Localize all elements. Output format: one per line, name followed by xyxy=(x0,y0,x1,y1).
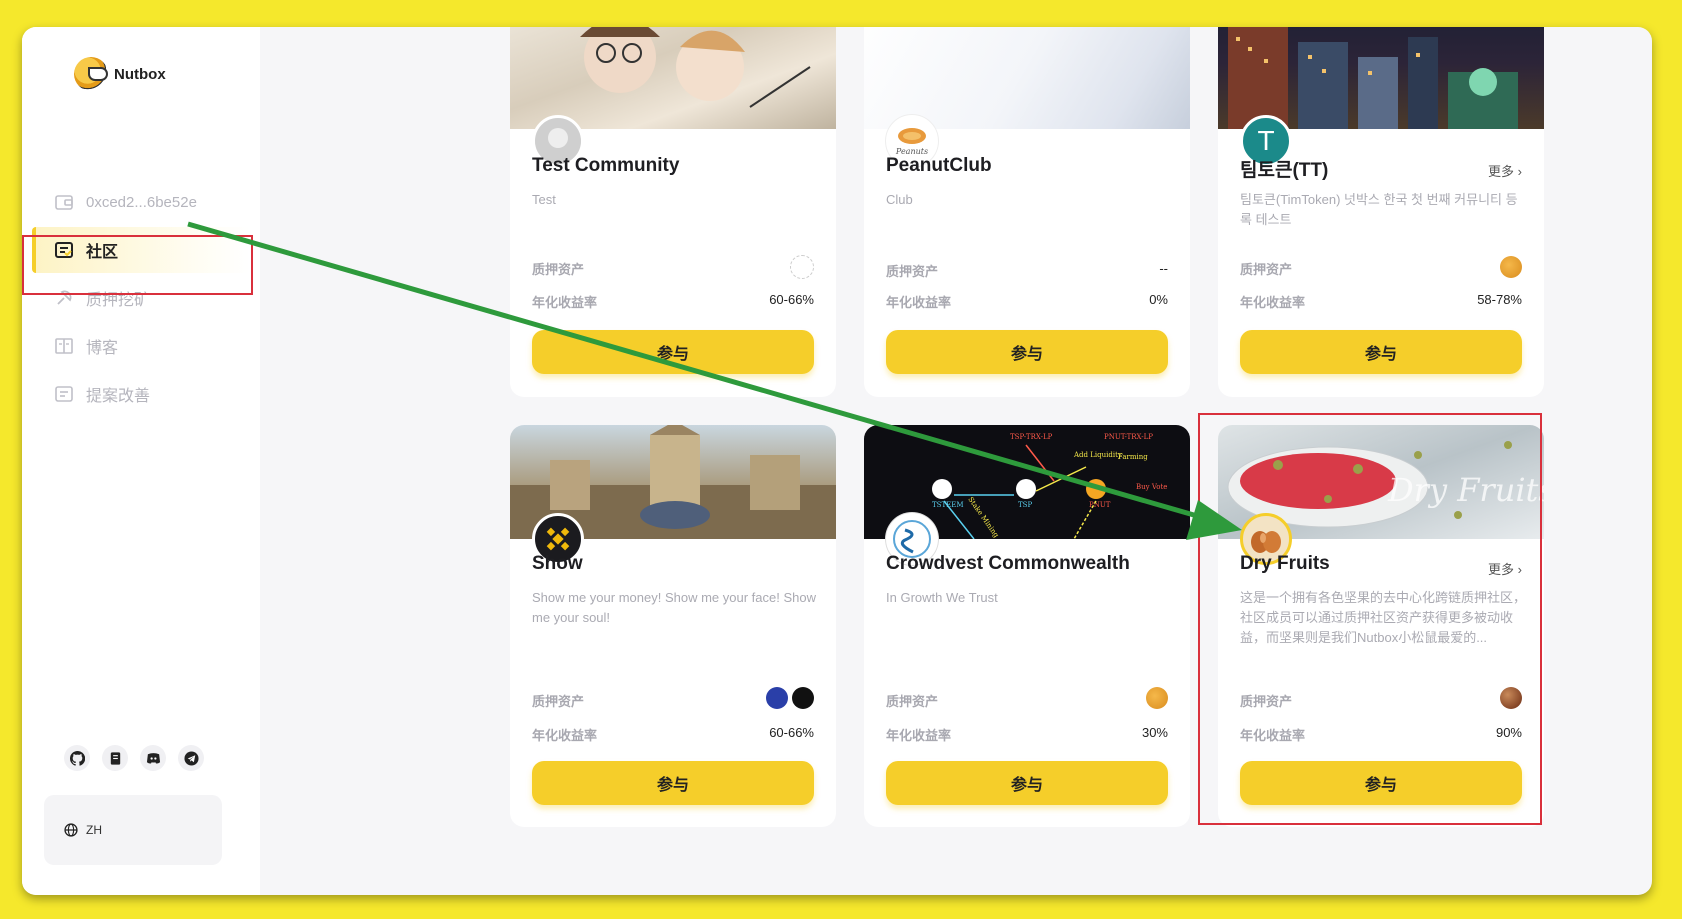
community-desc: Test xyxy=(532,192,556,207)
community-desc: Show me your money! Show me your face! S… xyxy=(532,590,816,625)
github-icon[interactable] xyxy=(64,745,90,771)
highlight-box-community-nav xyxy=(22,235,253,295)
apy-value: 60-66% xyxy=(769,725,814,740)
apy-value: 60-66% xyxy=(769,292,814,307)
community-card: T 팀토큰(TT) 更多 › 팀토큰(TimToken) 넛박스 한국 첫 번째… xyxy=(1218,27,1544,397)
cover-text: PNUT-TRX-LP xyxy=(1104,433,1153,441)
cover-illustration xyxy=(580,27,811,108)
staked-assets-label: 质押资产 xyxy=(886,264,939,279)
join-button[interactable]: 参与 xyxy=(886,330,1168,374)
apy-value: 58-78% xyxy=(1477,292,1522,307)
card-cover xyxy=(1218,27,1544,129)
apy-label: 年化收益率 xyxy=(886,295,952,310)
apy-label: 年化收益率 xyxy=(532,295,598,310)
cover-text: Buy Vote xyxy=(1136,483,1167,491)
telegram-icon[interactable] xyxy=(178,745,204,771)
logo[interactable]: Nutbox xyxy=(74,57,166,91)
docs-icon[interactable] xyxy=(102,745,128,771)
social-links xyxy=(64,745,204,771)
wallet-icon xyxy=(55,195,73,210)
community-card: Test Community Test 质押资产 年化收益率 60-66% 参与 xyxy=(510,27,836,397)
sidebar-item-label: 提案改善 xyxy=(86,388,151,405)
staked-assets-label: 质押资产 xyxy=(886,694,939,709)
cover-city-photo xyxy=(1228,27,1518,129)
app-window: Nutbox 0xced2...6be52e 社区 质押挖矿 博客 提案改善 Z… xyxy=(22,27,1652,895)
cover-text: Add Liquidity xyxy=(1073,451,1122,459)
apy-label: 年化收益率 xyxy=(1240,295,1306,310)
more-link[interactable]: 更多 › xyxy=(1488,161,1522,180)
apy-label: 年化收益率 xyxy=(532,728,598,743)
peanut-token-icon xyxy=(1146,687,1168,709)
staked-assets-label: 质押资产 xyxy=(1240,262,1293,277)
community-name: Test Community xyxy=(532,155,680,176)
cover-text: Stake Mining xyxy=(966,496,1000,539)
community-card: TSP-TRX-LP PNUT-TRX-LP Farming Add Liqui… xyxy=(864,425,1190,827)
nutbox-logo-icon xyxy=(74,57,108,91)
language-switcher[interactable]: ZH xyxy=(44,795,222,865)
peanut-token-icon xyxy=(1500,256,1522,278)
community-card: Show Show me your money! Show me your fa… xyxy=(510,425,836,827)
language-label: ZH xyxy=(86,823,102,837)
sidebar-item-label: 博客 xyxy=(86,340,119,357)
staked-assets-value: -- xyxy=(1159,261,1168,276)
community-name: Crowdvest Commonwealth xyxy=(886,553,1130,574)
sidebar-item-proposal[interactable]: 提案改善 xyxy=(32,371,250,417)
community-name: PeanutClub xyxy=(886,155,992,176)
highlight-box-dry-fruits xyxy=(1198,413,1542,825)
wallet-address-text: 0xced2...6be52e xyxy=(86,193,197,211)
staked-assets-label: 质押资产 xyxy=(532,262,585,277)
sidebar-item-blog[interactable]: 博客 xyxy=(32,323,250,369)
discord-icon[interactable] xyxy=(140,745,166,771)
token-placeholder-icon xyxy=(790,255,814,279)
avatar-letter: T xyxy=(1257,125,1275,156)
community-desc: In Growth We Trust xyxy=(886,590,998,605)
apy-value: 0% xyxy=(1149,292,1168,307)
logo-text: Nutbox xyxy=(114,65,166,83)
apy-value: 30% xyxy=(1141,725,1168,740)
join-button[interactable]: 参与 xyxy=(532,761,814,805)
sidebar: Nutbox 0xced2...6be52e 社区 质押挖矿 博客 提案改善 Z… xyxy=(22,27,260,895)
cover-text: TSP xyxy=(1018,501,1032,509)
community-name: Show xyxy=(532,553,583,574)
hive-token-icon xyxy=(792,687,814,709)
cover-text: Farming xyxy=(1118,453,1148,461)
sidebar-nav: 0xced2...6be52e 社区 质押挖矿 博客 提案改善 xyxy=(32,179,250,419)
join-button[interactable]: 参与 xyxy=(886,761,1168,805)
cover-text: TSP-TRX-LP xyxy=(1010,433,1053,441)
blog-icon xyxy=(55,338,73,354)
card-cover xyxy=(510,27,836,129)
join-button[interactable]: 参与 xyxy=(532,330,814,374)
community-desc: Club xyxy=(886,192,913,207)
community-desc: 팀토큰(TimToken) 넛박스 한국 첫 번째 커뮤니티 등록 테스트 xyxy=(1240,192,1518,227)
staked-assets-label: 质押资产 xyxy=(532,694,585,709)
wallet-address[interactable]: 0xced2...6be52e xyxy=(32,179,250,225)
more-link-label: 更多 xyxy=(1488,164,1515,179)
globe-icon xyxy=(64,823,78,837)
join-button[interactable]: 参与 xyxy=(1240,330,1522,374)
card-cover xyxy=(864,27,1190,129)
community-name: 팀토큰(TT) xyxy=(1240,160,1329,181)
steem-token-icon xyxy=(766,687,788,709)
apy-label: 年化收益率 xyxy=(886,728,952,743)
proposal-icon xyxy=(55,386,73,402)
community-card: Peanuts PeanutClub Club 质押资产 -- 年化收益率 0%… xyxy=(864,27,1190,397)
